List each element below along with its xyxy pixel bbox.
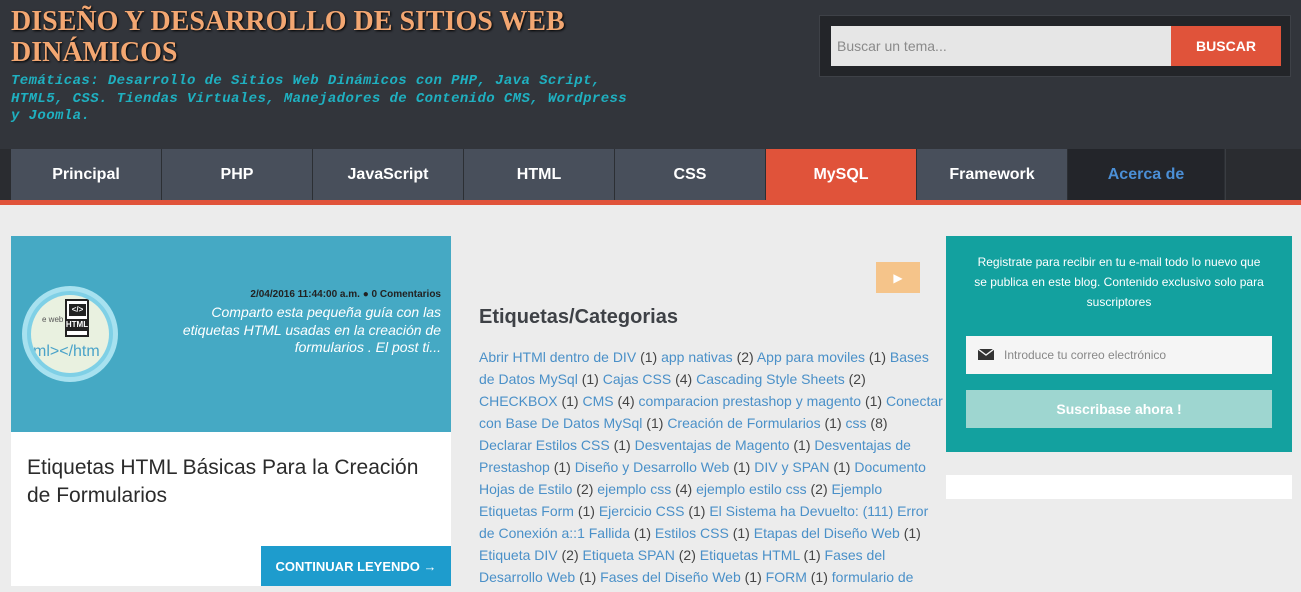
tag-count: (1) [833,459,851,475]
nav-item-html[interactable]: HTML [464,149,615,200]
tags-cloud: Abrir HTMl dentro de DIV (1) app nativas… [479,346,944,592]
tag-link[interactable]: ejemplo css [597,481,671,497]
tag-link[interactable]: Abrir HTMl dentro de DIV [479,349,636,365]
tag-count: (1) [640,349,658,365]
tag-count: (1) [688,503,706,519]
tag-link[interactable]: Etiquetas HTML [700,547,800,563]
tag-link[interactable]: App para moviles [757,349,865,365]
thumb-file-label: HTML [65,319,89,331]
tag-count: (2) [810,481,828,497]
tag-link[interactable]: css [846,415,867,431]
tag-count: (4) [675,371,693,387]
tag-count: (1) [868,349,887,365]
tag-count: (1) [561,393,579,409]
tag-count: (1) [577,503,595,519]
tag-count: (1) [633,525,652,541]
tag-link[interactable]: ejemplo estilo css [696,481,807,497]
tag-count: (2) [736,349,754,365]
tag-link[interactable]: DIV y SPAN [754,459,829,475]
nav-item-css[interactable]: CSS [615,149,766,200]
tag-link[interactable]: Fases del Diseño Web [600,569,741,585]
post-card: e web </> HTML ml></htm 2/04/2016 11:44:… [11,236,451,586]
nav-end [1225,149,1301,200]
tag-link[interactable]: Cajas CSS [603,371,671,387]
tag-count: (1) [793,437,811,453]
tag-link[interactable]: Ejercicio CSS [599,503,685,519]
tag-count: (2) [678,547,696,563]
tag-count: (1) [613,437,631,453]
tag-link[interactable]: Cascading Style Sheets [696,371,845,387]
tag-count: (1) [579,569,597,585]
tag-link[interactable]: formulario de [832,569,914,585]
file-icon: </> HTML [65,299,89,337]
tag-link[interactable]: Etapas del Diseño Web [754,525,900,541]
play-button[interactable]: ▶ [876,262,920,293]
play-icon: ▶ [893,270,903,285]
tag-count: (1) [646,415,664,431]
tag-link[interactable]: Etiqueta SPAN [583,547,675,563]
post-banner: e web </> HTML ml></htm 2/04/2016 11:44:… [11,236,451,432]
post-excerpt: Comparto esta pequeña guía con las etiqu… [182,304,441,355]
tag-count: (1) [732,525,750,541]
continue-reading-button[interactable]: CONTINUAR LEYENDO → [261,546,451,586]
nav-item-principal[interactable]: Principal [11,149,162,200]
tag-count: (1) [824,415,842,431]
tag-link[interactable]: Desventajas de Magento [635,437,790,453]
thumb-web-text: e web [42,315,64,324]
nav-item-mysql[interactable]: MySQL [766,149,917,200]
site-description: Temáticas: Desarrollo de Sitios Web Diná… [11,73,628,124]
email-field-wrap [966,336,1272,374]
post-meta[interactable]: 2/04/2016 11:44:00 a.m. ● 0 Comentarios [250,289,441,300]
subscribe-text: Registrate para recibir en tu e-mail tod… [974,255,1264,309]
tag-count: (2) [561,547,579,563]
tag-count: (1) [553,459,571,475]
tag-link[interactable]: CHECKBOX [479,393,558,409]
nav-item-javascript[interactable]: JavaScript [313,149,464,200]
site-title[interactable]: DISEÑO Y DESARROLLO DE SITIOS WEB DINÁMI… [11,6,631,68]
search-box: BUSCAR [819,15,1291,77]
email-field[interactable] [1004,336,1264,374]
nav-item-acerca-de[interactable]: Acerca de [1068,149,1225,200]
tag-link[interactable]: Etiqueta DIV [479,547,558,563]
tag-link[interactable]: app nativas [661,349,733,365]
tag-link[interactable]: CMS [582,393,613,409]
tag-link[interactable]: Diseño y Desarrollo Web [575,459,730,475]
mail-icon [978,349,994,360]
post-title[interactable]: Etiquetas HTML Básicas Para la Creación … [27,454,427,510]
tag-link[interactable]: FORM [766,569,807,585]
tag-count: (1) [733,459,751,475]
nav-item-framework[interactable]: Framework [917,149,1068,200]
html-file-icon: e web </> HTML ml></htm [31,295,109,373]
main-nav: Principal PHP JavaScript HTML CSS MySQL … [0,149,1301,200]
tag-link[interactable]: Creación de Formularios [667,415,820,431]
nav-spacer [0,149,11,200]
tag-count: (2) [848,371,866,387]
tags-title: Etiquetas/Categorias [479,306,678,328]
tag-link[interactable]: Estilos CSS [655,525,729,541]
tag-count: (1) [810,569,828,585]
nav-accent-bar [0,200,1301,205]
tag-link[interactable]: comparacion prestashop y magento [639,393,862,409]
tag-count: (8) [870,415,888,431]
tag-count: (1) [864,393,883,409]
code-icon: </> [69,304,86,316]
search-button[interactable]: BUSCAR [1171,26,1281,66]
post-thumbnail[interactable]: e web </> HTML ml></htm [22,286,118,382]
subscribe-button[interactable]: Suscribase ahora ! [966,390,1272,428]
tag-count: (1) [744,569,762,585]
tag-count: (4) [675,481,693,497]
tag-link[interactable]: Declarar Estilos CSS [479,437,610,453]
thumb-code-text: ml></htm [33,343,100,360]
sidebar-widget [946,475,1292,499]
tag-count: (1) [581,371,599,387]
nav-item-php[interactable]: PHP [162,149,313,200]
site-header: DISEÑO Y DESARROLLO DE SITIOS WEB DINÁMI… [0,0,1301,149]
search-input[interactable] [831,26,1171,66]
tag-count: (1) [903,525,921,541]
tag-count: (1) [803,547,821,563]
tag-count: (2) [576,481,594,497]
subscribe-box: Registrate para recibir en tu e-mail tod… [946,236,1292,452]
tag-count: (4) [617,393,635,409]
